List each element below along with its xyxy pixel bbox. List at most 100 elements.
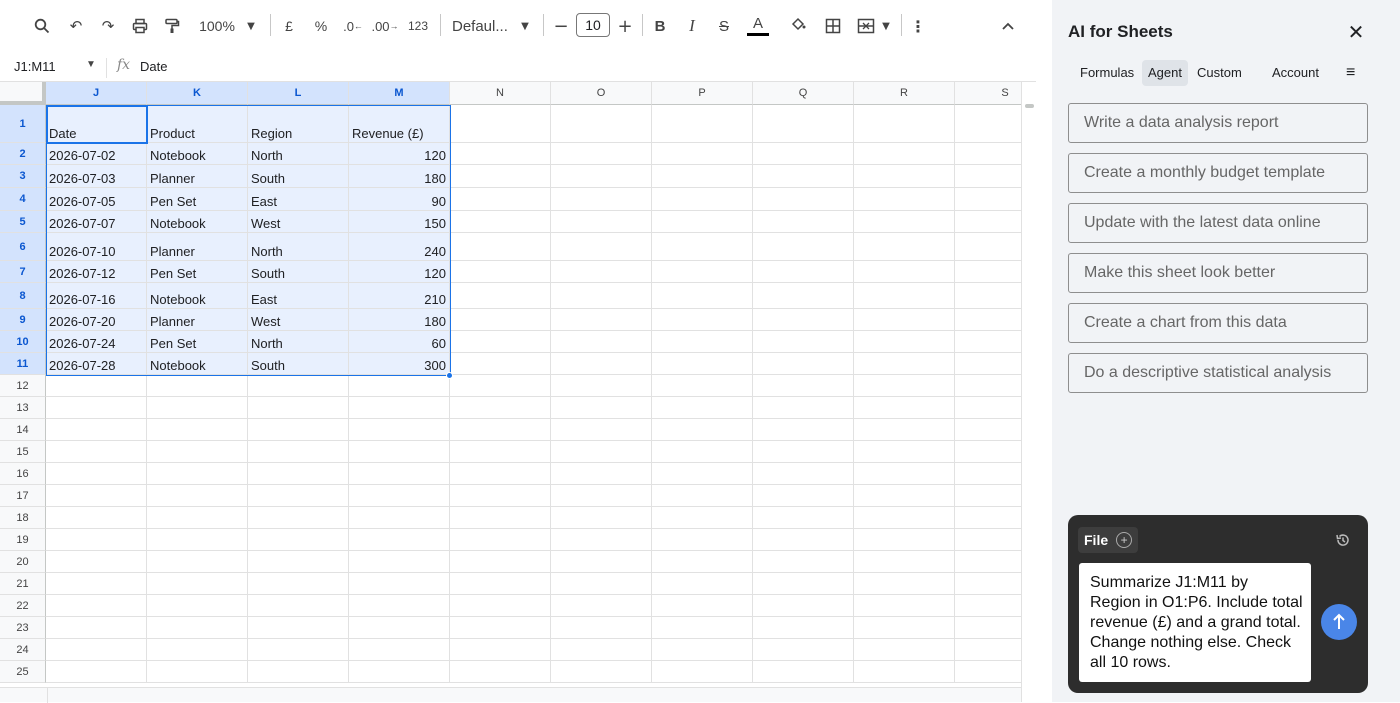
cell[interactable] — [450, 105, 551, 143]
data-cell[interactable]: South — [248, 165, 349, 188]
row-header-14[interactable]: 14 — [0, 419, 46, 441]
cell[interactable] — [854, 353, 955, 375]
cell[interactable] — [753, 143, 854, 165]
cell[interactable] — [46, 507, 147, 529]
data-cell[interactable]: Pen Set — [147, 261, 248, 283]
data-cell[interactable]: Notebook — [147, 211, 248, 233]
header-cell[interactable]: Region — [248, 105, 349, 143]
cell[interactable] — [652, 507, 753, 529]
cell[interactable] — [955, 165, 1021, 188]
cell[interactable] — [551, 485, 652, 507]
cell[interactable] — [652, 261, 753, 283]
cell[interactable] — [349, 639, 450, 661]
cell[interactable] — [955, 353, 1021, 375]
cell[interactable] — [551, 661, 652, 683]
cell[interactable] — [652, 397, 753, 419]
data-cell[interactable]: 2026-07-12 — [46, 261, 147, 283]
cell[interactable] — [652, 661, 753, 683]
cell[interactable] — [147, 595, 248, 617]
cell[interactable] — [551, 617, 652, 639]
cell[interactable] — [551, 419, 652, 441]
cell[interactable] — [753, 507, 854, 529]
cell[interactable] — [753, 463, 854, 485]
cell[interactable] — [854, 143, 955, 165]
row-header-13[interactable]: 13 — [0, 397, 46, 419]
cell[interactable] — [753, 375, 854, 397]
cell[interactable] — [753, 661, 854, 683]
cell[interactable] — [147, 419, 248, 441]
cell[interactable] — [753, 529, 854, 551]
cell[interactable] — [349, 573, 450, 595]
cell[interactable] — [46, 397, 147, 419]
cell[interactable] — [652, 529, 753, 551]
cell[interactable] — [551, 397, 652, 419]
cell[interactable] — [652, 617, 753, 639]
file-attach-button[interactable]: File + — [1078, 527, 1139, 553]
column-header-m[interactable]: M — [349, 82, 450, 105]
cell[interactable] — [652, 331, 753, 353]
cell[interactable] — [753, 233, 854, 261]
formula-input[interactable]: Date — [140, 59, 167, 74]
cell[interactable] — [753, 165, 854, 188]
cell[interactable] — [854, 309, 955, 331]
data-cell[interactable]: 90 — [349, 188, 450, 211]
cell[interactable] — [147, 529, 248, 551]
cell[interactable] — [450, 397, 551, 419]
cell[interactable] — [652, 463, 753, 485]
redo-icon[interactable]: ↷ — [95, 10, 121, 42]
tab-custom[interactable]: Custom — [1191, 60, 1248, 86]
cell[interactable] — [551, 595, 652, 617]
data-cell[interactable]: 120 — [349, 261, 450, 283]
cell[interactable] — [652, 211, 753, 233]
cell[interactable] — [854, 485, 955, 507]
cell[interactable] — [955, 441, 1021, 463]
cell[interactable] — [652, 375, 753, 397]
row-header-5[interactable]: 5 — [0, 211, 46, 233]
cell[interactable] — [652, 573, 753, 595]
cell[interactable] — [46, 463, 147, 485]
cell[interactable] — [450, 143, 551, 165]
merge-cells-icon[interactable] — [853, 10, 879, 42]
column-header-p[interactable]: P — [652, 82, 753, 105]
cell[interactable] — [147, 463, 248, 485]
currency-format-button[interactable]: £ — [278, 10, 300, 42]
cell[interactable] — [955, 661, 1021, 683]
cell[interactable] — [450, 211, 551, 233]
horizontal-scrollbar-track[interactable] — [47, 688, 1021, 703]
cell[interactable] — [753, 639, 854, 661]
cell[interactable] — [349, 617, 450, 639]
row-header-4[interactable]: 4 — [0, 188, 46, 211]
data-cell[interactable]: Planner — [147, 309, 248, 331]
percent-format-button[interactable]: % — [310, 10, 332, 42]
cell[interactable] — [854, 211, 955, 233]
suggestion-data-analysis-report[interactable]: Write a data analysis report — [1068, 103, 1368, 143]
data-cell[interactable]: Planner — [147, 165, 248, 188]
cell[interactable] — [248, 375, 349, 397]
row-header-21[interactable]: 21 — [0, 573, 46, 595]
cell[interactable] — [349, 551, 450, 573]
cell[interactable] — [551, 551, 652, 573]
cell[interactable] — [248, 551, 349, 573]
menu-icon[interactable]: ≡ — [1346, 60, 1355, 86]
cell[interactable] — [753, 573, 854, 595]
row-header-10[interactable]: 10 — [0, 331, 46, 353]
cell[interactable] — [854, 441, 955, 463]
cell[interactable] — [248, 617, 349, 639]
cell[interactable] — [147, 617, 248, 639]
cell[interactable] — [652, 441, 753, 463]
strikethrough-icon[interactable]: S — [712, 10, 736, 42]
cell[interactable] — [854, 639, 955, 661]
cell[interactable] — [753, 485, 854, 507]
row-header-16[interactable]: 16 — [0, 463, 46, 485]
data-cell[interactable]: Notebook — [147, 353, 248, 375]
cell[interactable] — [652, 639, 753, 661]
data-cell[interactable]: 2026-07-05 — [46, 188, 147, 211]
suggestion-update-data-online[interactable]: Update with the latest data online — [1068, 203, 1368, 243]
cell[interactable] — [551, 165, 652, 188]
cell[interactable] — [753, 551, 854, 573]
data-cell[interactable]: 60 — [349, 331, 450, 353]
cell[interactable] — [46, 617, 147, 639]
close-icon[interactable]: ✕ — [1342, 18, 1370, 46]
row-header-9[interactable]: 9 — [0, 309, 46, 331]
cell[interactable] — [955, 507, 1021, 529]
